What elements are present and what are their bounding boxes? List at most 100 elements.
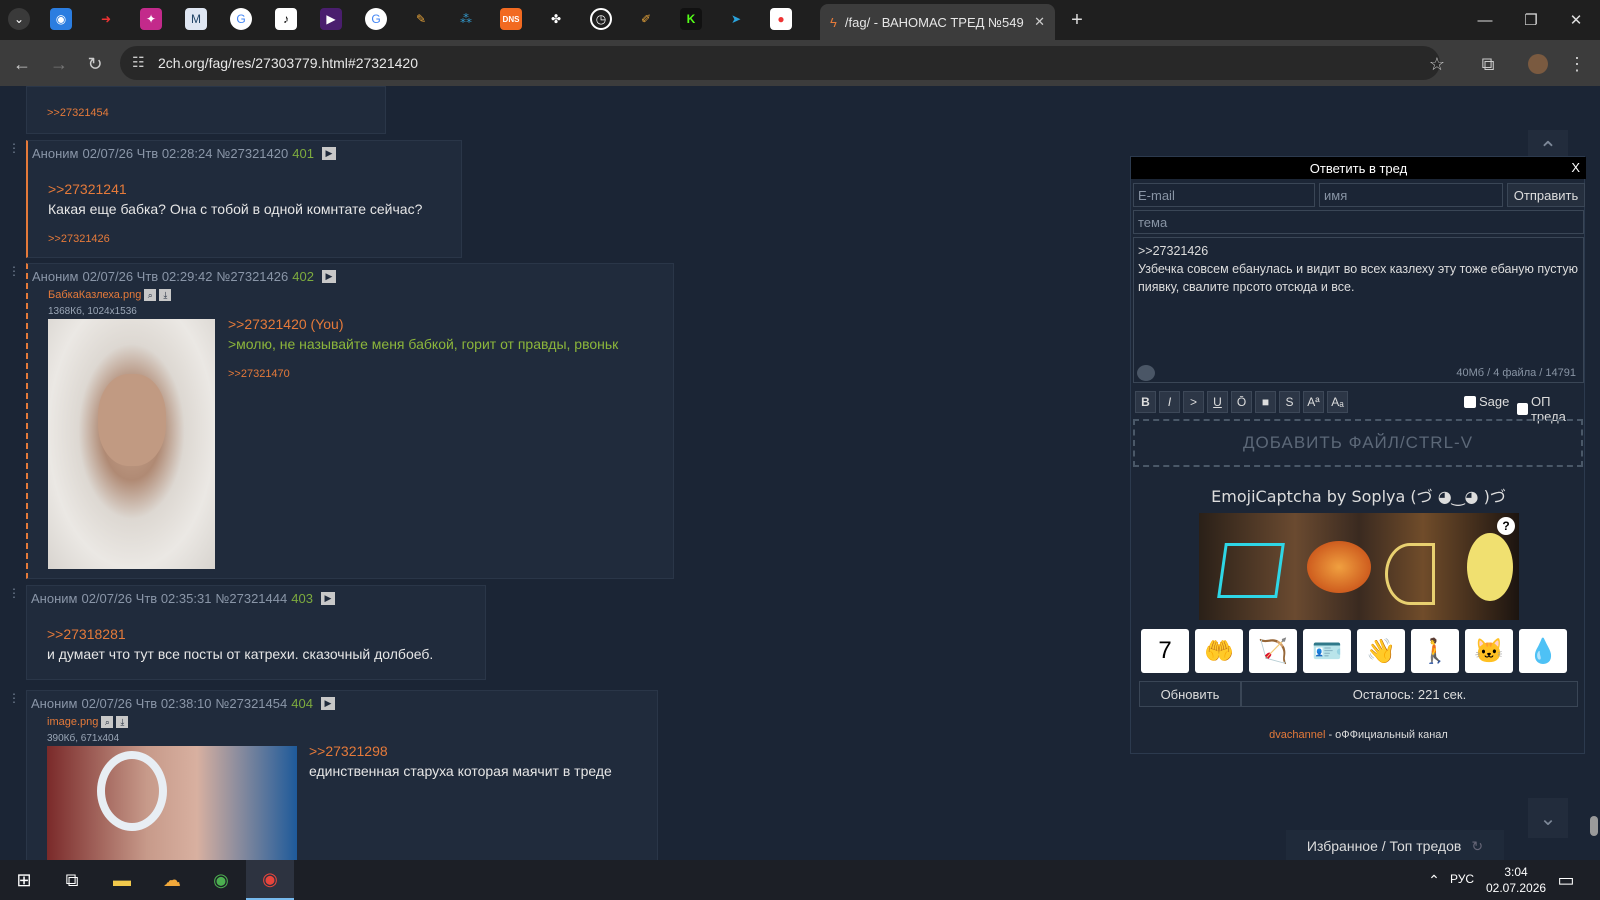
- tray-expand-icon[interactable]: ⌃: [1420, 866, 1448, 894]
- download-icon[interactable]: ⤓: [159, 289, 172, 301]
- strike-button[interactable]: S: [1279, 391, 1300, 413]
- post-menu-dots[interactable]: ⋮: [8, 141, 20, 155]
- restore-button[interactable]: ❐: [1511, 8, 1551, 32]
- pinned-tab-telegram-icon[interactable]: ➤: [725, 8, 747, 30]
- post-menu-dots[interactable]: ⋮: [8, 691, 20, 705]
- pinned-tab-dns-icon[interactable]: DNS: [500, 8, 522, 30]
- cat-face-icon[interactable]: 🐱: [1465, 629, 1513, 673]
- profile-avatar[interactable]: [1528, 54, 1548, 74]
- open-hands-icon[interactable]: 🤲: [1195, 629, 1243, 673]
- email-field[interactable]: E-mail: [1133, 183, 1315, 207]
- seven-icon[interactable]: 7: [1141, 629, 1189, 673]
- reply-link[interactable]: >>27321454: [47, 107, 109, 119]
- start-icon[interactable]: ⊞: [10, 866, 38, 894]
- bookmark-star-icon[interactable]: ☆: [1425, 52, 1449, 76]
- image-search-icon[interactable]: ⌕: [144, 289, 157, 301]
- channel-link[interactable]: dvachannel: [1269, 729, 1325, 741]
- site-info-icon[interactable]: ☷: [132, 54, 145, 71]
- reply-link[interactable]: >>27321420 (You): [228, 314, 618, 334]
- sage-checkbox[interactable]: Sage: [1464, 394, 1509, 409]
- reply-link[interactable]: >>27321298: [309, 741, 612, 761]
- send-button[interactable]: Отправить: [1507, 183, 1585, 207]
- person-walking-icon[interactable]: 🚶: [1411, 629, 1459, 673]
- pinned-tab-arrow-icon[interactable]: ➜: [95, 8, 117, 30]
- extensions-icon[interactable]: ⧉: [1476, 52, 1500, 76]
- image-search-icon[interactable]: ⌕: [101, 716, 114, 728]
- post-expand-icon[interactable]: ▶: [320, 697, 335, 710]
- pinned-tab-globe-icon[interactable]: ◉: [50, 8, 72, 30]
- pinned-tab-kick-icon[interactable]: K: [680, 8, 702, 30]
- message-textarea[interactable]: >>27321426 Узбечка совсем ебанулась и ви…: [1133, 237, 1584, 383]
- refresh-icon[interactable]: ↻: [1471, 838, 1483, 855]
- underline-button[interactable]: U: [1207, 391, 1228, 413]
- pinned-tab-play-icon[interactable]: ▶: [320, 8, 342, 30]
- post-image[interactable]: [47, 746, 297, 860]
- post-image[interactable]: [48, 319, 215, 569]
- overline-button[interactable]: Ō: [1231, 391, 1252, 413]
- pinned-tab-red-dot-icon[interactable]: ●: [770, 8, 792, 30]
- captcha-help-button[interactable]: ?: [1497, 517, 1515, 535]
- name-field[interactable]: имя: [1319, 183, 1503, 207]
- file-dropzone[interactable]: ДОБАВИТЬ ФАЙЛ/CTRL-V: [1133, 419, 1583, 467]
- sage-box[interactable]: [1464, 395, 1476, 408]
- chrome-profile-icon[interactable]: ◉: [246, 860, 294, 900]
- close-form-button[interactable]: X: [1571, 160, 1580, 175]
- file-explorer-icon[interactable]: ▬: [108, 866, 136, 894]
- minimize-button[interactable]: —: [1465, 8, 1505, 32]
- subscript-button[interactable]: Aₐ: [1327, 391, 1348, 413]
- language-indicator[interactable]: РУС: [1450, 872, 1474, 886]
- page-scrollbar[interactable]: [1588, 86, 1600, 860]
- task-view-icon[interactable]: ⧉: [58, 866, 86, 894]
- scroll-thumb[interactable]: [1590, 816, 1598, 836]
- tab-search-icon[interactable]: ⌄: [8, 8, 30, 30]
- address-bar[interactable]: ☷ 2ch.org/fag/res/27303779.html#27321420: [120, 46, 1440, 80]
- post-expand-icon[interactable]: ▶: [320, 592, 335, 605]
- drop-icon[interactable]: 💧: [1519, 629, 1567, 673]
- post-id[interactable]: №27321420: [216, 146, 288, 161]
- bow-icon[interactable]: 🏹: [1249, 629, 1297, 673]
- post-expand-icon[interactable]: ▶: [321, 147, 336, 160]
- replies-link[interactable]: >>27321426: [48, 233, 110, 245]
- pinned-tab-m-icon[interactable]: M: [185, 8, 207, 30]
- pinned-tab-pen-icon[interactable]: ✐: [635, 8, 657, 30]
- notifications-icon[interactable]: ▭: [1552, 866, 1580, 894]
- waving-hand-icon[interactable]: 👋: [1357, 629, 1405, 673]
- bold-button[interactable]: B: [1135, 391, 1156, 413]
- id-card-icon[interactable]: 🪪: [1303, 629, 1351, 673]
- sail-icon[interactable]: [1137, 365, 1155, 381]
- pinned-tab-apps-icon[interactable]: ⁂: [455, 8, 477, 30]
- reload-button[interactable]: ↻: [83, 52, 107, 76]
- captcha-refresh-button[interactable]: Обновить: [1139, 681, 1241, 707]
- subject-field[interactable]: тема: [1133, 210, 1584, 234]
- file-name-link[interactable]: БабкаКазлеха.png: [48, 289, 141, 301]
- chrome-icon[interactable]: ◉: [207, 866, 235, 894]
- post-menu-dots[interactable]: ⋮: [8, 586, 20, 600]
- post-menu-dots[interactable]: ⋮: [8, 264, 20, 278]
- replies-link[interactable]: >>27321470: [228, 368, 290, 380]
- pinned-tab-tiktok-icon[interactable]: ♪: [275, 8, 297, 30]
- back-button[interactable]: ←: [10, 52, 34, 76]
- pinned-tab-google-icon[interactable]: G: [230, 8, 252, 30]
- pinned-tab-grid-icon[interactable]: ✦: [140, 8, 162, 30]
- menu-icon[interactable]: ⋮: [1565, 52, 1589, 76]
- pinned-tab-clock-icon[interactable]: ◷: [590, 8, 612, 30]
- clock[interactable]: 3:04 02.07.2026: [1486, 864, 1546, 896]
- forward-button[interactable]: →: [47, 52, 71, 76]
- superscript-button[interactable]: Aª: [1303, 391, 1324, 413]
- reply-link[interactable]: >>27318281: [47, 624, 433, 644]
- file-name-link[interactable]: image.png: [47, 716, 98, 728]
- close-window-button[interactable]: ✕: [1556, 8, 1596, 32]
- pinned-tab-google-icon-2[interactable]: G: [365, 8, 387, 30]
- op-box[interactable]: [1517, 403, 1528, 415]
- active-tab[interactable]: ϟ /fag/ - ВАНОМАС ТРЕД №549 ✕: [820, 4, 1055, 40]
- pinned-tab-fan-icon[interactable]: ✤: [545, 8, 567, 30]
- weather-icon[interactable]: ☁: [158, 866, 186, 894]
- download-icon[interactable]: ⤓: [116, 716, 129, 728]
- new-tab-button[interactable]: +: [1065, 8, 1089, 32]
- italic-button[interactable]: I: [1159, 391, 1180, 413]
- post-id[interactable]: №27321426: [216, 269, 288, 284]
- quote-button[interactable]: >: [1183, 391, 1204, 413]
- close-tab-icon[interactable]: ✕: [1034, 14, 1045, 30]
- scroll-down-button[interactable]: ⌄: [1528, 798, 1568, 838]
- post-id[interactable]: №27321454: [215, 696, 287, 711]
